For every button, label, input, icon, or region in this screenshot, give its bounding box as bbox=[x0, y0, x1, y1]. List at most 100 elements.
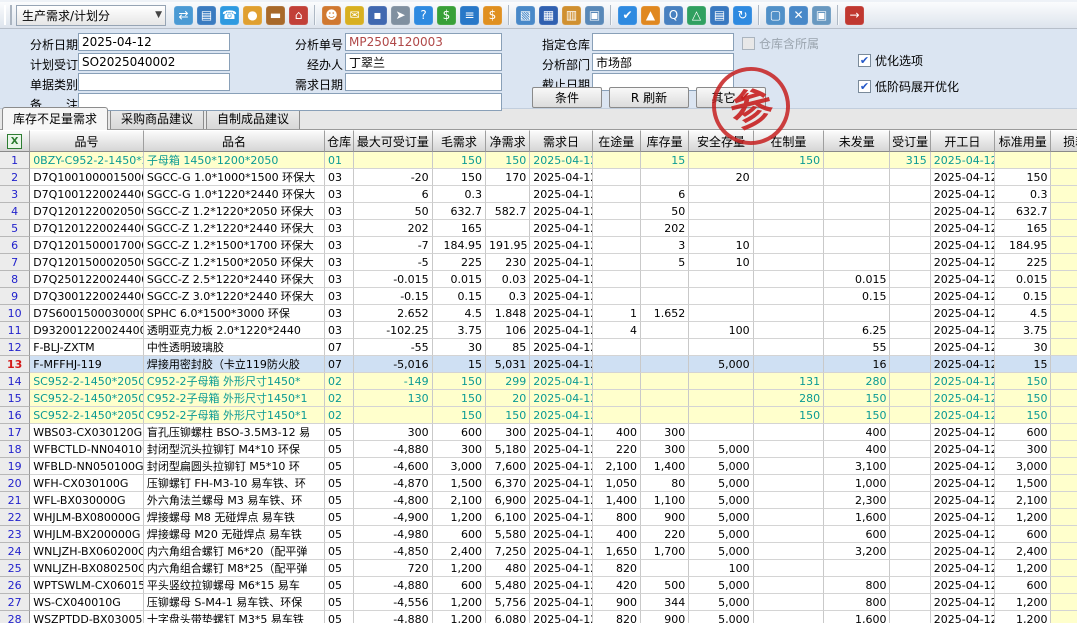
column-header[interactable]: 标准用量 bbox=[995, 130, 1051, 152]
table-row[interactable]: 8D7Q2501220024400GSGCC-Z 2.5*1220*2440 环… bbox=[0, 271, 1077, 288]
cart-icon[interactable]: ≡ bbox=[460, 6, 479, 25]
analysis-no-field[interactable] bbox=[345, 33, 502, 51]
table-row[interactable]: 5D7Q1201220024400GSGCC-Z 1.2*1220*2440 环… bbox=[0, 220, 1077, 237]
cell: 2025-04-12 bbox=[931, 254, 995, 271]
table-row[interactable]: 28WSZPTDD-BX030050G十字盘头带垫螺钉 M3*5 易车铁05-4… bbox=[0, 611, 1077, 623]
close-icon[interactable]: ✕ bbox=[789, 6, 808, 25]
cell: 1,200 bbox=[433, 594, 486, 611]
column-header[interactable]: 损耗量 bbox=[1051, 130, 1077, 152]
column-header[interactable]: 开工日 bbox=[931, 130, 995, 152]
table-row[interactable]: 9D7Q3001220024400GSGCC-Z 3.0*1220*2440 环… bbox=[0, 288, 1077, 305]
cell bbox=[890, 186, 930, 203]
mail-icon[interactable]: ✉ bbox=[345, 6, 364, 25]
transfer-icon[interactable]: ⇄ bbox=[174, 6, 193, 25]
tab-1[interactable]: 库存不足量需求 bbox=[2, 107, 108, 130]
table-row[interactable]: 3D7Q1001220024400GSGCC-G 1.0*1220*2440 环… bbox=[0, 186, 1077, 203]
phone-icon[interactable]: ☎ bbox=[220, 6, 239, 25]
analysis-date-field[interactable] bbox=[78, 33, 230, 51]
column-header[interactable]: 受订量 bbox=[890, 130, 930, 152]
column-header[interactable]: 未发量 bbox=[824, 130, 890, 152]
cell: 150 bbox=[486, 152, 530, 169]
cell bbox=[641, 169, 689, 186]
cell bbox=[890, 339, 930, 356]
help-icon[interactable]: ? bbox=[414, 6, 433, 25]
table-row[interactable]: 7D7Q1201500020500GSGCC-Z 1.2*1500*2050 环… bbox=[0, 254, 1077, 271]
table-row[interactable]: 12F-BLJ-ZXTM中性透明玻璃胶07-5530852025-04-1255… bbox=[0, 339, 1077, 356]
key-icon[interactable]: ➤ bbox=[391, 6, 410, 25]
excel-export-icon[interactable]: X bbox=[7, 134, 22, 149]
module-dropdown[interactable]: 生产需求/计划分 ▼ bbox=[16, 5, 166, 26]
table-row[interactable]: 24WNLJZH-BX060200G内六角组合螺钉 M6*20（配平弹05-4,… bbox=[0, 543, 1077, 560]
condition-button[interactable]: 条件 bbox=[532, 87, 602, 108]
archive-icon[interactable]: ▥ bbox=[562, 6, 581, 25]
cell bbox=[1051, 543, 1077, 560]
alert-icon[interactable]: ▲ bbox=[641, 6, 660, 25]
table-row[interactable]: 14SC952-2-1450*2050-1C952-2子母箱 外形尺寸1450*… bbox=[0, 373, 1077, 390]
row-number-cell: 3 bbox=[0, 186, 30, 203]
plan-order-field[interactable] bbox=[78, 53, 230, 71]
table-row[interactable]: 15SC952-2-1450*2050-1C952-2子母箱 外形尺寸1450*… bbox=[0, 390, 1077, 407]
table-row[interactable]: 4D7Q1201220020500GSGCC-Z 1.2*1220*2050 环… bbox=[0, 203, 1077, 220]
column-header[interactable]: 仓库 bbox=[325, 130, 354, 152]
table-row[interactable]: 2D7Q1001000015000GSGCC-G 1.0*1000*1500 环… bbox=[0, 169, 1077, 186]
refresh-button[interactable]: R 刷新 bbox=[609, 87, 689, 108]
column-header[interactable]: 需求日 bbox=[530, 130, 592, 152]
table-row[interactable]: 13F-MFFHJ-119焊接用密封胶（卡立119防火胶07-5,016155,… bbox=[0, 356, 1077, 373]
cell: 2025-04-12 bbox=[530, 203, 592, 220]
lock-icon[interactable]: ● bbox=[243, 6, 262, 25]
demand-date-field[interactable] bbox=[345, 73, 502, 91]
table-row[interactable]: 27WS-CX040010G压铆螺母 S-M4-1 易车铁、环保05-4,556… bbox=[0, 594, 1077, 611]
table-row[interactable]: 10D7S6001500030000GSPHC 6.0*1500*3000 环保… bbox=[0, 305, 1077, 322]
copy-icon[interactable]: ▣ bbox=[585, 6, 604, 25]
optimize-checkbox[interactable]: ✔ 优化选项 bbox=[858, 52, 923, 69]
cell bbox=[689, 288, 753, 305]
refresh-icon[interactable]: ↻ bbox=[733, 6, 752, 25]
cell: F-MFFHJ-119 bbox=[30, 356, 144, 373]
cascade-icon[interactable]: ▣ bbox=[812, 6, 831, 25]
table-row[interactable]: 6D7Q1201500017000GSGCC-Z 1.2*1500*1700 环… bbox=[0, 237, 1077, 254]
table-row[interactable]: 25WNLJZH-BX080250G内六角组合螺钉 M8*25（配平弹05720… bbox=[0, 560, 1077, 577]
money-icon[interactable]: $ bbox=[437, 6, 456, 25]
table-row[interactable]: 21WFL-BX030000G外六角法兰螺母 M3 易车铁、环05-4,8002… bbox=[0, 492, 1077, 509]
table-row[interactable]: 23WHJLM-BX200000G焊接螺母 M20 无碰焊点 易车铁05-4,9… bbox=[0, 526, 1077, 543]
doc-type-field[interactable] bbox=[78, 73, 230, 91]
table-row[interactable]: 10BZY-C952-2-1450*20子母箱 1450*1200*205001… bbox=[0, 152, 1077, 169]
dept-field[interactable] bbox=[592, 53, 734, 71]
network-icon[interactable]: △ bbox=[687, 6, 706, 25]
briefcase-icon[interactable]: ▬ bbox=[266, 6, 285, 25]
column-header[interactable]: 库存量 bbox=[641, 130, 689, 152]
table-row[interactable]: 18WFBCTLD-NN040100G封闭型沉头拉铆钉 M4*10 环保05-4… bbox=[0, 441, 1077, 458]
table-row[interactable]: 26WPTSWLM-CX060150G平头竖纹拉铆螺母 M6*15 易车05-4… bbox=[0, 577, 1077, 594]
export-header-cell[interactable]: X bbox=[0, 130, 30, 152]
table-row[interactable]: 17WBS03-CX030120G盲孔压铆螺柱 BSO-3.5M3-12 易05… bbox=[0, 424, 1077, 441]
column-header[interactable]: 品号 bbox=[30, 130, 144, 152]
warehouse-field[interactable] bbox=[592, 33, 734, 51]
cell bbox=[754, 322, 824, 339]
report-icon[interactable]: ▧ bbox=[516, 6, 535, 25]
remark-field[interactable] bbox=[78, 93, 502, 111]
window-icon[interactable]: ▢ bbox=[766, 6, 785, 25]
approve-icon[interactable]: ✔ bbox=[618, 6, 637, 25]
home-icon[interactable]: ⌂ bbox=[289, 6, 308, 25]
calculator-icon[interactable]: ▦ bbox=[539, 6, 558, 25]
card-icon[interactable]: ▪ bbox=[368, 6, 387, 25]
table-row[interactable]: 22WHJLM-BX080000G焊接螺母 M8 无碰焊点 易车铁05-4,90… bbox=[0, 509, 1077, 526]
users-icon[interactable]: ☻ bbox=[322, 6, 341, 25]
column-header[interactable]: 净需求 bbox=[486, 130, 530, 152]
handler-field[interactable] bbox=[345, 53, 502, 71]
search-doc-icon[interactable]: Q bbox=[664, 6, 683, 25]
column-header[interactable]: 毛需求 bbox=[433, 130, 486, 152]
table-row[interactable]: 20WFH-CX030100G压铆螺钉 FH-M3-10 易车铁、环05-4,8… bbox=[0, 475, 1077, 492]
toolbar-grip[interactable] bbox=[4, 5, 12, 25]
exit-icon[interactable]: → bbox=[845, 6, 864, 25]
low-code-checkbox[interactable]: ✔ 低阶码展开优化 bbox=[858, 78, 959, 95]
column-header[interactable]: 最大可受订量 bbox=[354, 130, 432, 152]
table-row[interactable]: 11D932001220024400G透明亚克力板 2.0*1220*24400… bbox=[0, 322, 1077, 339]
payroll-icon[interactable]: $ bbox=[483, 6, 502, 25]
monitor-cursor-icon[interactable]: ▤ bbox=[710, 6, 729, 25]
computer-icon[interactable]: ▤ bbox=[197, 6, 216, 25]
table-row[interactable]: 16SC952-2-1450*2050-1C952-2子母箱 外形尺寸1450*… bbox=[0, 407, 1077, 424]
column-header[interactable]: 品名 bbox=[144, 130, 325, 152]
column-header[interactable]: 在途量 bbox=[593, 130, 641, 152]
table-row[interactable]: 19WFBLD-NN050100G封闭型扁圆头拉铆钉 M5*10 环05-4,6… bbox=[0, 458, 1077, 475]
